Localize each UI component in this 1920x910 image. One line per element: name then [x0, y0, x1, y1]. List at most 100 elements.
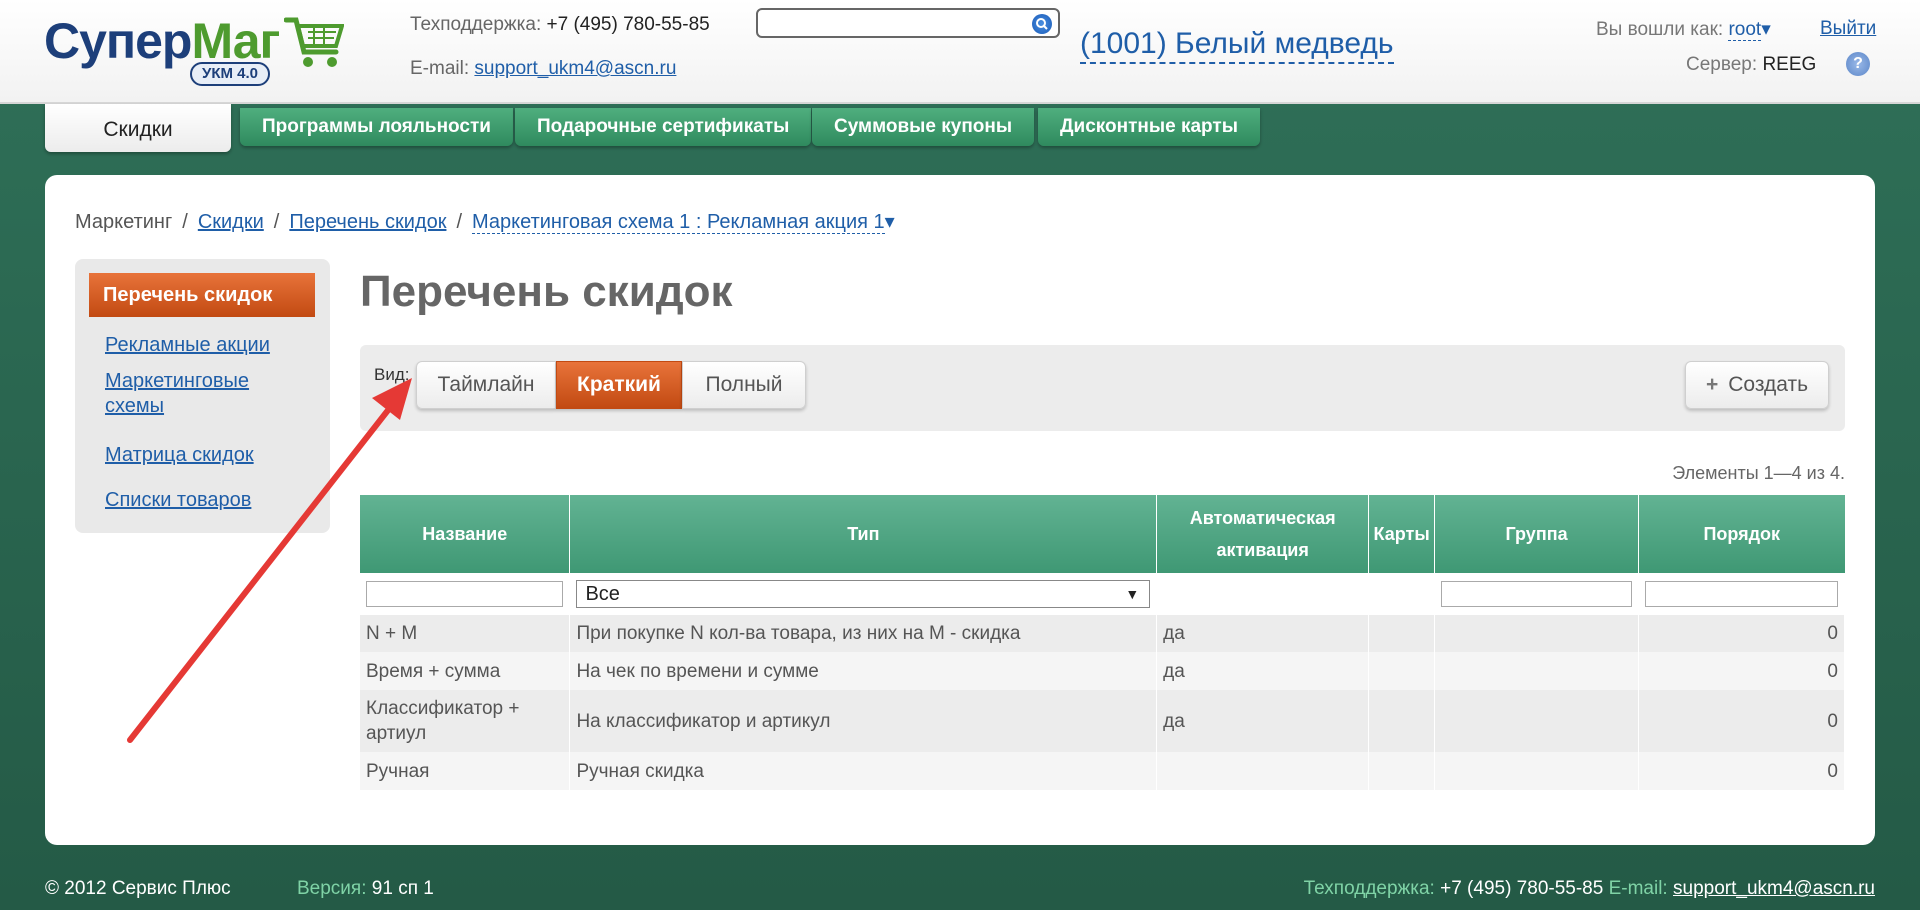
- cell-name[interactable]: N + M: [360, 615, 571, 652]
- cell-auto: [1156, 752, 1370, 790]
- breadcrumb-discounts[interactable]: Скидки: [198, 211, 264, 233]
- cell-group: [1434, 652, 1640, 690]
- cell-auto: да: [1156, 652, 1370, 690]
- cell-order: 0: [1638, 652, 1845, 690]
- tab-gift-certificates[interactable]: Подарочные сертификаты: [515, 108, 812, 146]
- cell-cards: [1368, 690, 1436, 752]
- group-filter-input[interactable]: [1441, 581, 1633, 607]
- breadcrumb-separator: /: [456, 211, 463, 233]
- table-header-row: Название Тип Автоматическая активация Ка…: [360, 495, 1845, 573]
- table-row[interactable]: N + M При покупке N кол-ва товара, из ни…: [360, 615, 1845, 652]
- tab-loyalty-programs[interactable]: Программы лояльности: [240, 108, 513, 146]
- cell-name[interactable]: Время + сумма: [360, 652, 571, 690]
- plus-icon: +: [1705, 373, 1719, 396]
- cell-type: При покупке N кол-ва товара, из них на М…: [569, 615, 1158, 652]
- search-icon[interactable]: [1032, 14, 1052, 34]
- sidebar-item-discount-matrix[interactable]: Матрица скидок: [105, 443, 305, 468]
- tab-discounts[interactable]: Скидки: [45, 104, 231, 152]
- view-timeline-button[interactable]: Таймлайн: [416, 361, 556, 409]
- breadcrumb-discount-list[interactable]: Перечень скидок: [289, 211, 446, 233]
- cell-cards: [1368, 615, 1436, 652]
- items-counter: Элементы 1—4 из 4.: [1672, 463, 1845, 483]
- type-filter-value: Все: [585, 583, 620, 605]
- sidebar-item-marketing-schemes[interactable]: Маркетинговые схемы: [105, 369, 305, 419]
- chevron-down-icon[interactable]: ▾: [1761, 19, 1771, 40]
- discounts-table: Название Тип Автоматическая активация Ка…: [360, 495, 1845, 790]
- magnifier-glyph: [1036, 18, 1048, 30]
- support-email-link[interactable]: support_ukm4@ascn.ru: [474, 58, 676, 79]
- footer-email-link[interactable]: support_ukm4@ascn.ru: [1673, 878, 1875, 899]
- column-header-group[interactable]: Группа: [1434, 495, 1640, 573]
- view-toolbar: Вид: Таймлайн Краткий Полный + Создать: [360, 345, 1845, 431]
- footer-support-phone: +7 (495) 780-55-85: [1440, 878, 1604, 899]
- type-filter-select[interactable]: Все ▼: [576, 580, 1151, 608]
- view-full-button[interactable]: Полный: [682, 361, 806, 409]
- cell-group: [1434, 752, 1640, 790]
- view-brief-button[interactable]: Краткий: [556, 361, 682, 409]
- breadcrumb-separator: /: [273, 211, 280, 233]
- logo-accent-text: Маг: [191, 13, 280, 69]
- support-label: Техподдержка:: [410, 14, 542, 35]
- create-button[interactable]: + Создать: [1685, 361, 1829, 409]
- column-header-auto-activation[interactable]: Автоматическая активация: [1156, 495, 1370, 573]
- logo-main-text: Супер: [44, 13, 192, 69]
- column-header-name[interactable]: Название: [360, 495, 571, 573]
- breadcrumb: Маркетинг / Скидки / Перечень скидок / Маркети…: [75, 209, 895, 234]
- version-label: Версия:: [297, 878, 367, 899]
- help-icon[interactable]: ?: [1846, 52, 1870, 76]
- breadcrumb-separator: /: [182, 211, 188, 233]
- search-input[interactable]: [756, 8, 1060, 38]
- cell-order: 0: [1638, 752, 1845, 790]
- cell-auto: да: [1156, 615, 1370, 652]
- table-row[interactable]: Классификатор + артиул На классификатор …: [360, 690, 1845, 752]
- server-label: Сервер:: [1686, 54, 1758, 75]
- footer-support: Техподдержка: +7 (495) 780-55-85 E-mail:…: [1304, 878, 1875, 900]
- column-header-cards[interactable]: Карты: [1368, 495, 1436, 573]
- logged-as-label: Вы вошли как:: [1596, 19, 1724, 40]
- cell-group: [1434, 690, 1640, 752]
- table-row[interactable]: Ручная Ручная скидка 0: [360, 752, 1845, 790]
- main-content-card: Маркетинг / Скидки / Перечень скидок / Маркети…: [45, 175, 1875, 845]
- cell-name[interactable]: Ручная: [360, 752, 571, 790]
- supermag-logo[interactable]: СуперМаг УКМ 4.0: [44, 10, 354, 90]
- tab-sum-coupons[interactable]: Суммовые купоны: [812, 108, 1035, 146]
- table-row[interactable]: Время + сумма На чек по времени и сумме …: [360, 652, 1845, 690]
- column-header-type[interactable]: Тип: [569, 495, 1158, 573]
- auto-filter-empty: [1156, 573, 1370, 615]
- breadcrumb-marketing-scheme[interactable]: Маркетинговая схема 1 : Рекламная акция …: [472, 211, 885, 234]
- sidebar-item-discount-list[interactable]: Перечень скидок: [89, 273, 315, 317]
- footer-email-label: E-mail:: [1608, 878, 1668, 899]
- footer-version: Версия: 91 сп 1: [297, 878, 434, 900]
- cell-group: [1434, 615, 1640, 652]
- app-header: СуперМаг УКМ 4.0 Техподдержка: +7 (495) …: [0, 0, 1920, 104]
- cell-type: На чек по времени и сумме: [569, 652, 1158, 690]
- column-header-order[interactable]: Порядок: [1638, 495, 1845, 573]
- cards-filter-empty: [1368, 573, 1436, 615]
- cell-order: 0: [1638, 615, 1845, 652]
- server-info: Сервер: REEG: [1686, 54, 1816, 76]
- sidebar-nav: Перечень скидок Рекламные акции Маркетин…: [75, 259, 330, 533]
- chevron-down-icon[interactable]: ▾: [885, 211, 895, 233]
- page-title: Перечень скидок: [360, 267, 733, 316]
- footer-support-label: Техподдержка:: [1303, 878, 1435, 899]
- shopping-cart-icon: [284, 17, 344, 67]
- footer-copyright: © 2012 Сервис Плюс: [45, 878, 231, 899]
- cell-name[interactable]: Классификатор + артиул: [360, 690, 571, 752]
- store-selector[interactable]: (1001) Белый медведь: [1080, 26, 1394, 64]
- cell-cards: [1368, 652, 1436, 690]
- user-menu[interactable]: root: [1728, 19, 1762, 41]
- cell-type: Ручная скидка: [569, 752, 1158, 790]
- cell-type: На классификатор и артикул: [569, 690, 1158, 752]
- version-value: 91 сп 1: [371, 878, 434, 899]
- order-filter-input[interactable]: [1645, 581, 1838, 607]
- filter-row: Все ▼: [360, 573, 1845, 615]
- server-name: REEG: [1762, 54, 1817, 75]
- tab-discount-cards[interactable]: Дисконтные карты: [1038, 108, 1260, 146]
- name-filter-input[interactable]: [366, 581, 564, 607]
- cell-auto: да: [1156, 690, 1370, 752]
- dropdown-arrow-icon: ▼: [1125, 586, 1140, 602]
- logout-link[interactable]: Выйти: [1820, 18, 1876, 40]
- header-support: Техподдержка: +7 (495) 780-55-85: [410, 14, 710, 36]
- sidebar-item-ad-campaigns[interactable]: Рекламные акции: [105, 333, 305, 358]
- sidebar-item-product-lists[interactable]: Списки товаров: [105, 488, 305, 513]
